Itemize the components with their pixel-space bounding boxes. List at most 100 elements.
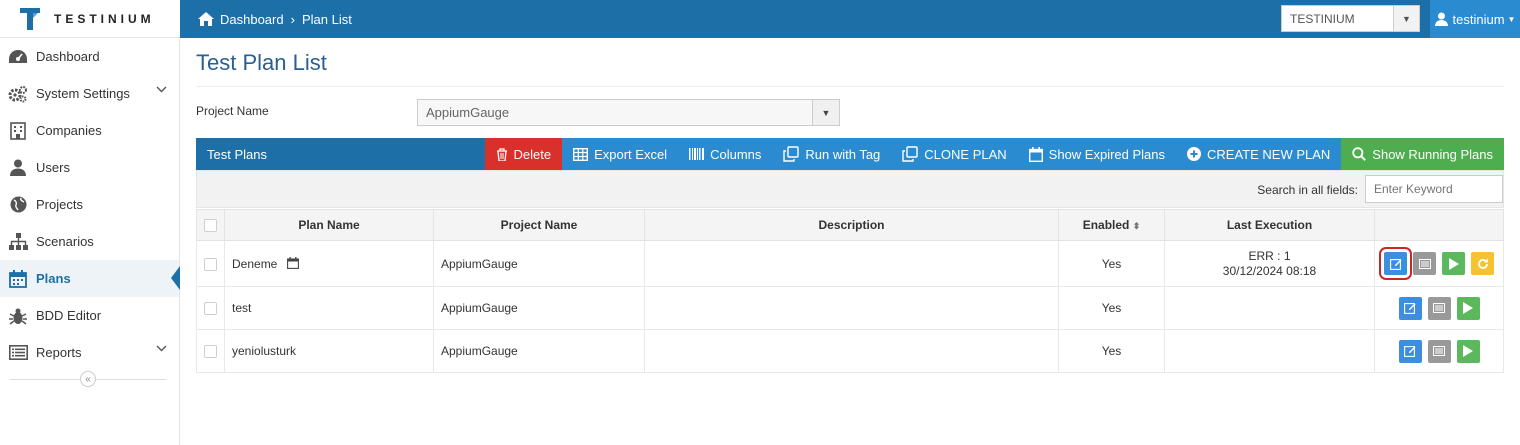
table-row[interactable]: test AppiumGauge Yes [196, 286, 1504, 330]
breadcrumb-separator: › [290, 11, 295, 27]
column-header-enabled[interactable]: Enabled ⬍ [1058, 209, 1165, 241]
sidebar-item-projects[interactable]: Projects [0, 186, 179, 223]
columns-button[interactable]: Columns [678, 138, 773, 170]
description-cell [644, 286, 1059, 330]
column-header-plan-name[interactable]: Plan Name [224, 209, 434, 241]
sidebar-item-label: Users [36, 160, 70, 175]
chevron-down-icon[interactable]: ▼ [812, 100, 839, 125]
sidebar-item-dashboard[interactable]: Dashboard [0, 38, 179, 75]
details-button[interactable] [1427, 296, 1451, 320]
rerun-button[interactable] [1471, 252, 1494, 275]
logo[interactable]: TESTINIUM [0, 0, 180, 38]
column-header-description[interactable]: Description [644, 209, 1059, 241]
last-execution-status: ERR : 1 [1248, 248, 1291, 263]
run-with-tag-button[interactable]: Run with Tag [772, 138, 892, 170]
row-checkbox[interactable] [204, 302, 217, 316]
clone-plan-button[interactable]: CLONE PLAN [891, 138, 1018, 170]
run-button[interactable] [1442, 252, 1465, 275]
barcode-icon [689, 148, 705, 160]
sidebar-item-scenarios[interactable]: Scenarios [0, 223, 179, 260]
sidebar-item-label: Projects [36, 197, 83, 212]
enabled-cell: Yes [1058, 286, 1165, 330]
select-all-header [196, 209, 225, 241]
project-name-label: Project Name [196, 104, 269, 118]
breadcrumb-dashboard[interactable]: Dashboard [220, 12, 284, 27]
show-expired-plans-button[interactable]: Show Expired Plans [1017, 138, 1177, 170]
plus-circle-icon [1187, 147, 1202, 161]
column-header-last-execution[interactable]: Last Execution [1164, 209, 1375, 241]
chevron-down-icon [156, 345, 167, 352]
project-name-select[interactable]: AppiumGauge ▼ [417, 99, 840, 126]
edit-button[interactable] [1379, 247, 1412, 280]
sidebar-item-label: BDD Editor [36, 308, 102, 323]
row-checkbox[interactable] [204, 257, 217, 271]
edit-icon [1404, 303, 1416, 314]
globe-icon [10, 196, 26, 213]
search-input[interactable] [1365, 175, 1503, 203]
calendar-icon [286, 256, 299, 269]
edit-button[interactable] [1398, 339, 1422, 363]
header-project-select[interactable]: TESTINIUM ▼ [1281, 5, 1420, 32]
table-search-bar: Search in all fields: [196, 170, 1504, 208]
user-name: testinium [1452, 11, 1505, 27]
column-header-project-name[interactable]: Project Name [433, 209, 645, 241]
export-excel-button[interactable]: Export Excel [562, 138, 679, 170]
details-button[interactable] [1413, 252, 1436, 275]
edit-icon [1404, 346, 1416, 357]
sidebar-item-reports[interactable]: Reports [0, 334, 179, 371]
top-bar: TESTINIUM Dashboard › Plan List TESTINIU… [0, 0, 1520, 38]
sidebar-item-label: System Settings [36, 86, 130, 101]
table-header-row: Plan Name Project Name Description Enabl… [196, 209, 1504, 241]
edit-button[interactable] [1398, 296, 1422, 320]
sidebar-item-label: Dashboard [36, 49, 100, 64]
test-plans-table: Plan Name Project Name Description Enabl… [196, 209, 1504, 373]
bug-icon [9, 308, 27, 325]
user-icon [10, 159, 26, 176]
table-row[interactable]: Deneme AppiumGauge Yes ERR : 1 30/12/202… [196, 240, 1504, 287]
last-execution-date: 30/12/2024 08:18 [1222, 263, 1317, 278]
details-button[interactable] [1427, 339, 1451, 363]
actions-cell [1374, 286, 1504, 330]
play-icon [1463, 345, 1473, 357]
breadcrumb-current: Plan List [301, 11, 352, 27]
select-all-checkbox[interactable] [204, 219, 217, 233]
row-checkbox[interactable] [204, 345, 217, 359]
breadcrumb: Dashboard › Plan List [198, 0, 352, 38]
trash-icon [496, 147, 507, 161]
enabled-cell: Yes [1058, 240, 1165, 287]
run-button[interactable] [1456, 339, 1480, 363]
page-title: Test Plan List [196, 50, 327, 75]
project-name-cell: AppiumGauge [433, 286, 645, 330]
gears-icon [8, 85, 27, 102]
caret-down-icon: ▼ [1507, 14, 1516, 24]
table-icon [573, 147, 589, 161]
chevron-down-icon[interactable]: ▼ [1393, 6, 1419, 31]
sidebar-item-bdd-editor[interactable]: BDD Editor [0, 297, 179, 334]
list-icon [1433, 303, 1445, 313]
refresh-icon [1477, 258, 1488, 269]
sidebar-item-label: Companies [36, 123, 102, 138]
user-menu[interactable]: testinium ▼ [1430, 0, 1520, 38]
user-icon [1434, 12, 1448, 26]
actions-cell [1374, 329, 1504, 373]
last-execution-cell [1164, 286, 1375, 330]
sidebar-item-system-settings[interactable]: System Settings [0, 75, 179, 112]
sidebar-item-companies[interactable]: Companies [0, 112, 179, 149]
create-new-plan-button[interactable]: CREATE NEW PLAN [1176, 138, 1342, 170]
project-name-cell: AppiumGauge [433, 240, 645, 287]
sidebar-item-label: Reports [36, 345, 82, 360]
collapse-sidebar-icon[interactable]: « [80, 371, 96, 387]
sidebar-item-plans[interactable]: Plans [0, 260, 180, 297]
play-icon [1463, 302, 1473, 314]
building-icon [10, 121, 26, 140]
test-plans-toolbar: Test Plans Delete Export Excel Columns R… [196, 138, 1504, 170]
sidebar-item-users[interactable]: Users [0, 149, 179, 186]
search-label: Search in all fields: [1257, 183, 1358, 197]
delete-button[interactable]: Delete [484, 138, 563, 170]
show-running-plans-button[interactable]: Show Running Plans [1341, 138, 1504, 170]
title-divider [196, 86, 1504, 87]
table-row[interactable]: yeniolusturk AppiumGauge Yes [196, 329, 1504, 373]
run-button[interactable] [1456, 296, 1480, 320]
project-name-value: AppiumGauge [426, 105, 510, 120]
last-execution-cell: ERR : 1 30/12/2024 08:18 [1164, 240, 1375, 287]
